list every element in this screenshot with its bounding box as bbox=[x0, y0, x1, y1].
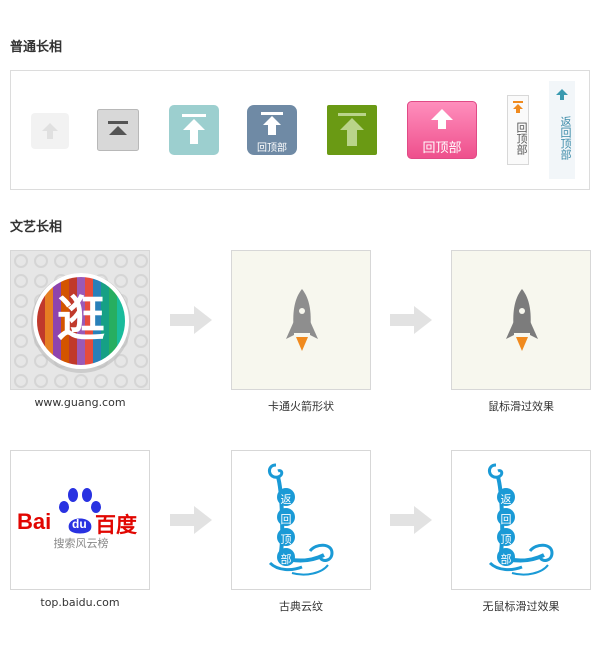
section-title-normal: 普通长相 bbox=[10, 40, 63, 55]
cloud-nohover-tile[interactable]: 返 回 顶 部 bbox=[451, 450, 591, 590]
guang-logo-tile: 逛 bbox=[10, 250, 150, 390]
back-to-top-button-teal[interactable] bbox=[169, 105, 219, 155]
cloud-char-2: 回 bbox=[500, 513, 512, 526]
up-arrow-icon bbox=[327, 105, 377, 155]
cloud-char-4: 部 bbox=[500, 553, 512, 566]
rocket-icon bbox=[286, 289, 318, 351]
back-to-top-button-slate[interactable]: 回顶部 bbox=[247, 105, 297, 155]
back-to-top-button-tall-teal[interactable]: 返回顶部 bbox=[549, 81, 575, 179]
section-title-artistic: 文艺长相 bbox=[10, 220, 63, 235]
up-arrow-icon bbox=[513, 101, 523, 113]
baidu-logo-bai: Bai bbox=[17, 509, 52, 534]
slate-button-label: 回顶部 bbox=[257, 143, 287, 154]
cloud-pattern-icon bbox=[268, 463, 334, 576]
cloud-pattern-icon bbox=[488, 463, 554, 576]
back-to-top-button-green[interactable] bbox=[327, 105, 377, 155]
back-to-top-button-faint[interactable] bbox=[31, 113, 69, 149]
rocket-caption: 卡通火箭形状 bbox=[268, 400, 334, 413]
cloud-char-1: 返 bbox=[500, 493, 512, 506]
top-bar-arrow-icon bbox=[97, 109, 139, 151]
right-arrow-icon bbox=[170, 306, 212, 334]
rocket-hover-caption: 鼠标滑过效果 bbox=[488, 400, 554, 413]
up-arrow-icon bbox=[31, 113, 69, 149]
tall-teal-button-label: 返回顶部 bbox=[559, 116, 572, 160]
back-to-top-button-pink[interactable]: 回顶部 bbox=[407, 101, 477, 159]
cloud-char-2: 回 bbox=[280, 513, 292, 526]
normal-buttons-panel: 回顶部 回顶部 回顶部 返回顶部 bbox=[10, 70, 590, 190]
cloud-char-4: 部 bbox=[280, 553, 292, 566]
baidu-subtitle: 搜索风云榜 bbox=[53, 537, 109, 550]
guang-logo-text: 逛 bbox=[56, 291, 105, 347]
rocket-hover-icon bbox=[506, 289, 538, 351]
back-to-top-button-tall-orange[interactable]: 回顶部 bbox=[507, 95, 529, 165]
pink-button-label: 回顶部 bbox=[422, 141, 462, 156]
cloud-char-1: 返 bbox=[280, 493, 292, 506]
rocket-hover-tile[interactable] bbox=[451, 250, 591, 390]
right-arrow-icon bbox=[390, 306, 432, 334]
cloud-char-3: 顶 bbox=[500, 533, 512, 546]
right-arrow-icon bbox=[390, 506, 432, 534]
cloud-nohover-caption: 无鼠标滑过效果 bbox=[482, 600, 560, 613]
baidu-logo-du: du bbox=[72, 517, 87, 531]
back-to-top-button-gray[interactable] bbox=[97, 109, 139, 151]
cloud-char-3: 顶 bbox=[280, 533, 292, 546]
up-arrow-icon bbox=[556, 89, 568, 100]
cloud-pattern-tile[interactable]: 返 回 顶 部 bbox=[231, 450, 371, 590]
tall-button-label: 回顶部 bbox=[515, 121, 528, 155]
rocket-tile[interactable] bbox=[231, 250, 371, 390]
baidu-logo-tile: Bai du 百度 搜索风云榜 bbox=[10, 450, 150, 590]
baidu-caption: top.baidu.com bbox=[40, 596, 120, 609]
guang-caption: www.guang.com bbox=[34, 396, 126, 409]
cloud-caption: 古典云纹 bbox=[279, 600, 323, 613]
up-arrow-icon bbox=[169, 105, 219, 155]
right-arrow-icon bbox=[170, 506, 212, 534]
